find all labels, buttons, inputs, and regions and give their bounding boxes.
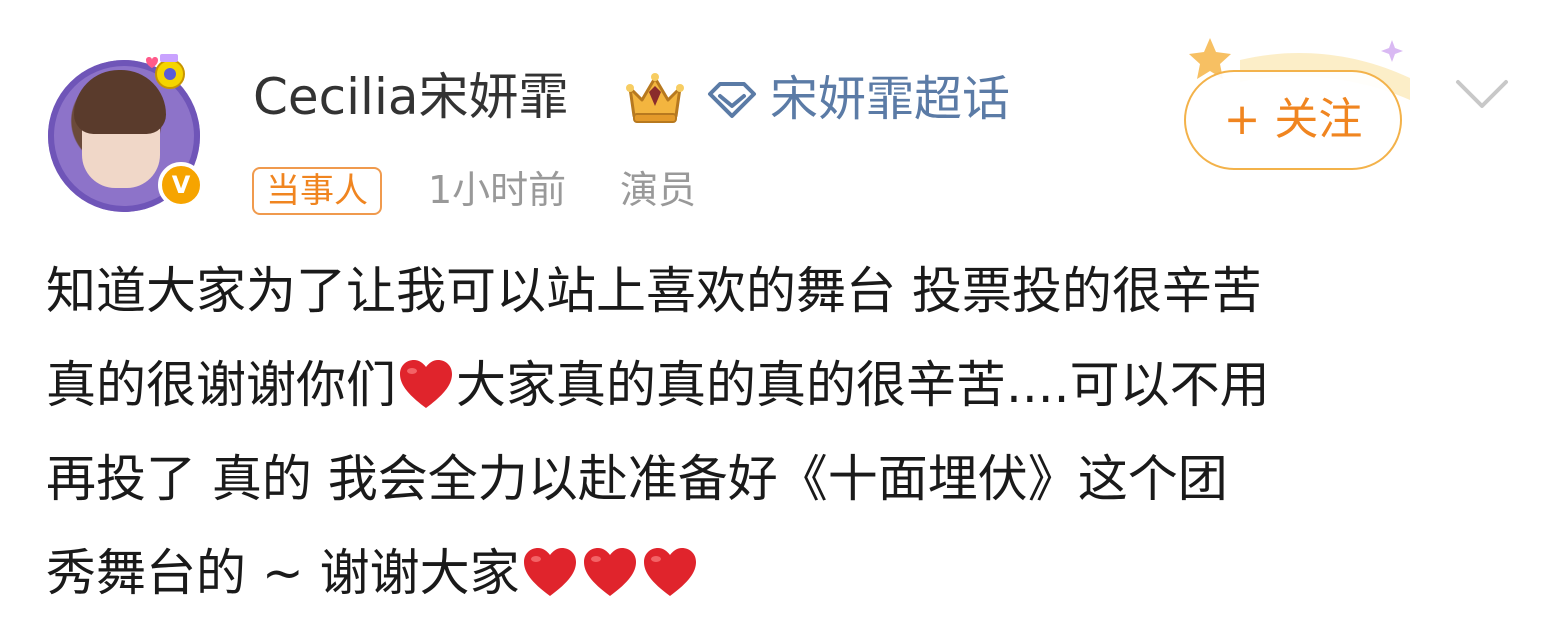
topic-link[interactable]: 宋妍霏超话 (770, 68, 1010, 130)
post-content: 知道大家为了让我可以站上喜欢的舞台 投票投的很辛苦 真的很谢谢你们 大家真的真的真… (46, 244, 1506, 620)
diamond-topic-icon (708, 82, 756, 118)
text-segment: 再投了 真的 我会全力以赴准备好《十面埋伏》这个团 (46, 450, 1228, 508)
crown-badge-icon (626, 73, 684, 123)
post-content-line-3: 再投了 真的 我会全力以赴准备好《十面埋伏》这个团 (46, 432, 1506, 526)
post-content-line-2: 真的很谢谢你们 大家真的真的真的很辛苦....可以不用 (46, 338, 1506, 432)
username[interactable]: Cecilia宋妍霏 (253, 64, 568, 130)
avatar[interactable]: V (48, 50, 208, 212)
verified-badge-icon: V (158, 162, 204, 208)
weibo-post: V Cecilia宋妍霏 宋妍霏超话 + 关注 当事人 1小时前 演员 知道大家… (0, 0, 1545, 625)
post-content-line-4: 秀舞台的 ~ 谢谢大家 (46, 526, 1506, 620)
text-segment: 知道大家为了让我可以站上喜欢的舞台 投票投的很辛苦 (46, 262, 1262, 320)
chevron-down-icon[interactable] (1454, 78, 1510, 110)
text-segment: 真的很谢谢你们 (46, 356, 396, 414)
post-time: 1小时前 (428, 168, 567, 212)
party-tag: 当事人 (252, 167, 382, 215)
red-heart-icon (400, 360, 452, 408)
camera-frame-icon (146, 54, 185, 89)
post-content-line-1: 知道大家为了让我可以站上喜欢的舞台 投票投的很辛苦 (46, 244, 1506, 338)
red-heart-icon (523, 548, 576, 596)
follow-button[interactable]: + 关注 (1184, 70, 1402, 170)
red-heart-icon (643, 548, 696, 596)
red-heart-icon (583, 548, 636, 596)
text-segment: 秀舞台的 ~ 谢谢大家 (46, 544, 520, 602)
post-source: 演员 (620, 168, 697, 212)
text-segment: 大家真的真的真的很辛苦....可以不用 (456, 356, 1270, 414)
